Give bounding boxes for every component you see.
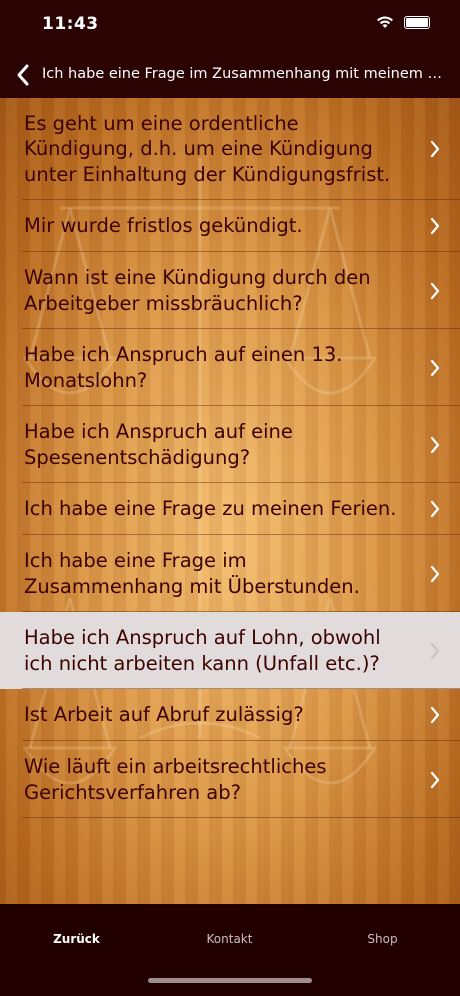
list-item-label: Mir wurde fristlos gekündigt. <box>24 214 303 238</box>
status-time: 11:43 <box>42 14 99 34</box>
chevron-right-icon <box>430 436 440 453</box>
list-item-label: Habe ich Anspruch auf Lohn, obwohl ich n… <box>24 626 381 675</box>
list-item-label: Ich habe eine Frage im Zusammenhang mit … <box>24 549 360 598</box>
list-item[interactable]: Wie läuft ein arbeitsrechtliches Gericht… <box>0 741 460 818</box>
chevron-right-icon <box>430 359 440 376</box>
wifi-icon <box>377 16 393 28</box>
chevron-right-icon <box>430 771 440 788</box>
chevron-right-icon <box>430 565 440 582</box>
chevron-right-icon <box>430 282 440 299</box>
chevron-right-icon <box>430 706 440 724</box>
list-item-label: Ist Arbeit auf Abruf zulässig? <box>24 703 304 727</box>
navigation-bar: Ich habe eine Frage im Zusammenhang mit … <box>0 52 460 98</box>
content-area: Es geht um eine ordentliche Kündigung, d… <box>0 98 460 904</box>
back-button[interactable] <box>8 58 38 92</box>
tab-shop[interactable]: Shop <box>306 932 459 946</box>
list-item-label: Habe ich Anspruch auf eine Spesenentschä… <box>24 420 293 469</box>
question-list: Es geht um eine ordentliche Kündigung, d… <box>0 98 460 818</box>
tab-contact[interactable]: Kontakt <box>153 932 306 946</box>
chevron-right-icon <box>430 500 440 518</box>
list-item[interactable]: Wann ist eine Kündigung durch den Arbeit… <box>0 252 460 329</box>
list-item[interactable]: Ich habe eine Frage zu meinen Ferien. <box>0 483 460 535</box>
list-item-label: Habe ich Anspruch auf einen 13. Monatslo… <box>24 343 343 392</box>
list-item[interactable]: Ist Arbeit auf Abruf zulässig? <box>0 689 460 741</box>
page-title: Ich habe eine Frage im Zusammenhang mit … <box>42 66 446 82</box>
list-item[interactable]: Ich habe eine Frage im Zusammenhang mit … <box>0 535 460 612</box>
list-item[interactable]: Habe ich Anspruch auf einen 13. Monatslo… <box>0 329 460 406</box>
home-indicator <box>148 978 312 983</box>
list-item-label: Ich habe eine Frage zu meinen Ferien. <box>24 497 397 521</box>
list-item[interactable]: Mir wurde fristlos gekündigt. <box>0 200 460 252</box>
list-item-label: Wann ist eine Kündigung durch den Arbeit… <box>24 266 371 315</box>
list-item-label: Es geht um eine ordentliche Kündigung, d… <box>24 111 391 186</box>
status-bar: 11:43 <box>0 0 460 52</box>
battery-icon <box>404 16 430 29</box>
list-item-label: Wie läuft ein arbeitsrechtliches Gericht… <box>24 755 327 804</box>
chevron-right-icon <box>430 642 440 659</box>
status-icons <box>376 16 430 29</box>
list-item-selected[interactable]: Habe ich Anspruch auf Lohn, obwohl ich n… <box>0 612 460 689</box>
chevron-right-icon <box>430 140 440 158</box>
list-item[interactable]: Habe ich Anspruch auf eine Spesenentschä… <box>0 406 460 483</box>
tab-back[interactable]: Zurück <box>0 932 153 946</box>
chevron-left-icon <box>17 64 29 86</box>
list-item[interactable]: Es geht um eine ordentliche Kündigung, d… <box>0 98 460 200</box>
chevron-right-icon <box>430 217 440 235</box>
